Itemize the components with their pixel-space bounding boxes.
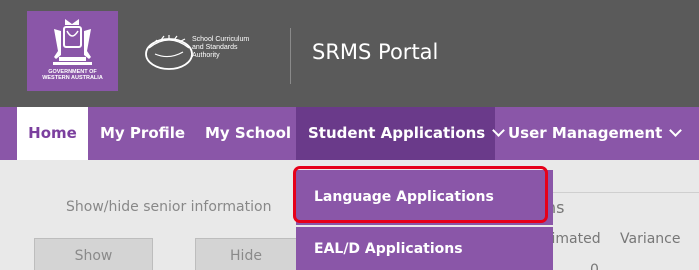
show-hide-senior-label: Show/hide senior information	[66, 199, 272, 215]
scsa-logo-icon[interactable]	[143, 30, 195, 72]
government-label: GOVERNMENT OF WESTERN AUSTRALIA	[27, 69, 118, 81]
scsa-line1: School Curriculum	[192, 36, 250, 43]
nav-home-label: Home	[28, 124, 77, 142]
nav-my-profile[interactable]: My Profile	[100, 107, 185, 160]
nav-user-management[interactable]: User Management	[508, 107, 683, 160]
scsa-line3: Authority	[192, 52, 220, 59]
main-nav: Home My Profile My School Student Applic…	[0, 107, 699, 160]
government-crest-logo[interactable]: GOVERNMENT OF WESTERN AUSTRALIA	[27, 11, 118, 91]
nav-student-applications[interactable]: Student Applications	[296, 107, 506, 160]
nav-my-school[interactable]: My School	[205, 107, 291, 160]
column-estimated: timated	[546, 231, 601, 247]
hide-button[interactable]: Hide	[195, 238, 297, 270]
header-divider	[290, 28, 291, 84]
nav-user-management-label: User Management	[508, 124, 663, 142]
show-button[interactable]: Show	[34, 238, 153, 270]
government-label-line2: WESTERN AUSTRALIA	[42, 75, 103, 81]
chevron-down-icon	[669, 124, 683, 137]
menu-item-eald-applications-label: EAL/D Applications	[314, 241, 463, 257]
page: GOVERNMENT OF WESTERN AUSTRALIA School C…	[0, 0, 699, 270]
scsa-text: School Curriculum and Standards Authorit…	[192, 36, 249, 60]
estimated-value: 0	[590, 262, 599, 270]
nav-student-applications-label: Student Applications	[308, 124, 486, 142]
scsa-line2: and Standards	[192, 44, 238, 51]
chevron-down-icon	[492, 124, 506, 137]
menu-item-eald-applications[interactable]: EAL/D Applications	[296, 227, 553, 270]
coat-of-arms-icon	[53, 19, 92, 65]
nav-home[interactable]: Home	[17, 107, 88, 160]
portal-title: SRMS Portal	[312, 40, 439, 64]
nav-my-profile-label: My Profile	[100, 124, 186, 142]
nav-my-school-label: My School	[205, 124, 292, 142]
highlight-box	[293, 166, 548, 223]
column-variance: Variance	[620, 231, 681, 247]
site-header: GOVERNMENT OF WESTERN AUSTRALIA School C…	[0, 0, 699, 107]
